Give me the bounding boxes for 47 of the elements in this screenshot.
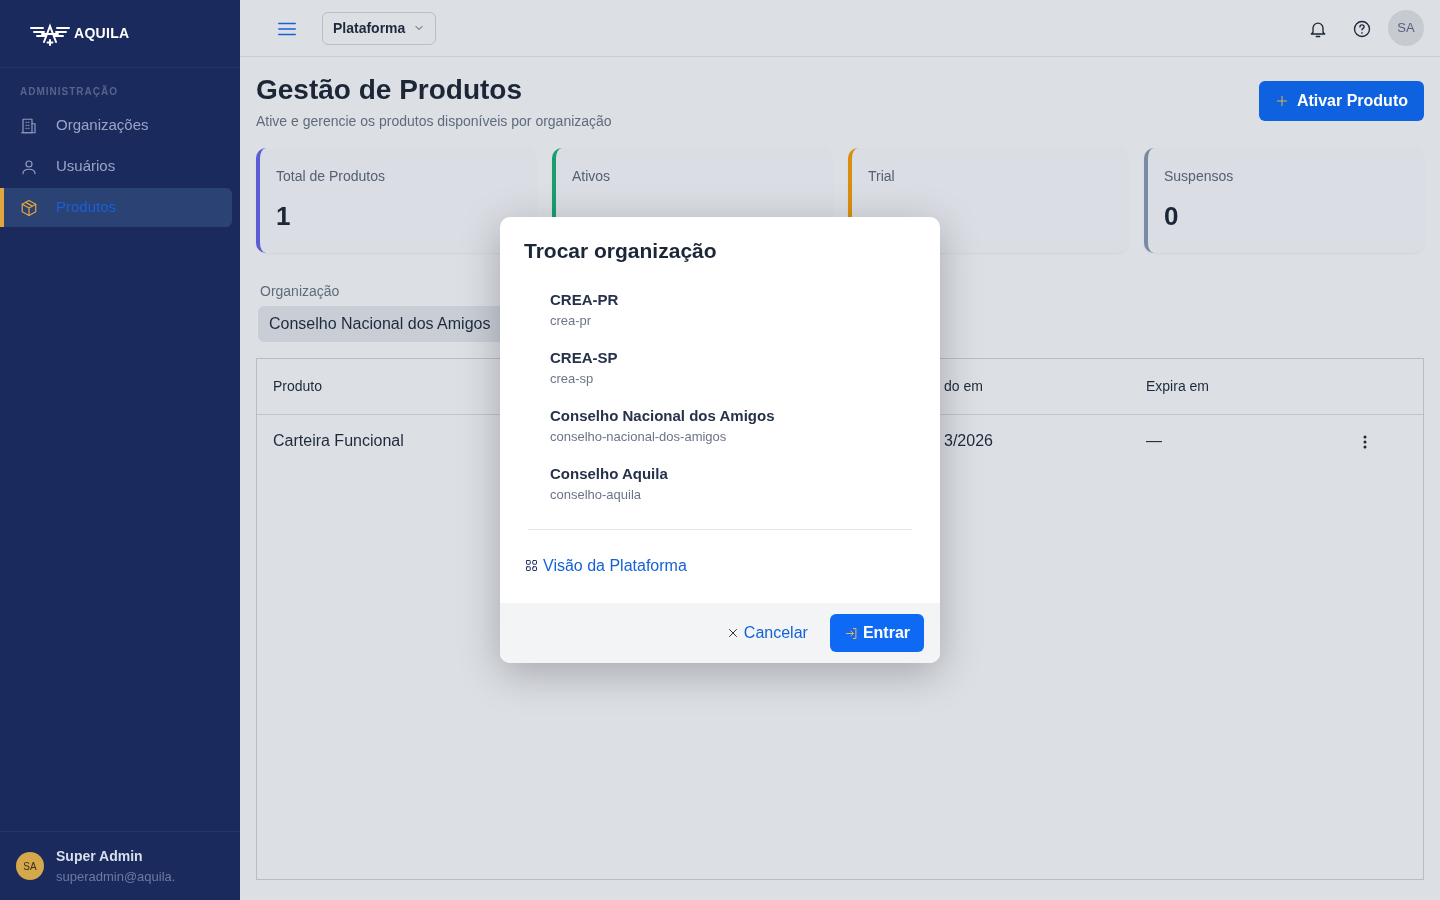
- sidebar-item[interactable]: Organizações: [0, 106, 232, 145]
- sidebar-item[interactable]: Usuários: [0, 147, 232, 186]
- context-dropdown[interactable]: Plataforma: [322, 11, 437, 45]
- stat-value: 1: [276, 199, 292, 233]
- option-name: Conselho Aquila: [550, 463, 669, 484]
- kebab-icon: [1363, 434, 1367, 449]
- building-icon: [20, 116, 38, 135]
- user-avatar: SA: [16, 852, 44, 880]
- user-avatar[interactable]: SA: [1388, 10, 1424, 46]
- table-cell: Carteira Funcional: [273, 431, 404, 449]
- user-name: Super Admin: [56, 846, 144, 866]
- stat-label: Trial: [868, 166, 896, 186]
- activate-product-button[interactable]: Ativar Produto: [1258, 81, 1424, 121]
- cancel-button[interactable]: Cancelar: [719, 620, 814, 646]
- sign-in-icon: [843, 625, 859, 641]
- page-title: Gestão de Produtos: [256, 73, 524, 107]
- grid-icon: [524, 558, 539, 573]
- modal-title: Trocar organização: [523, 238, 718, 264]
- option-name: Conselho Nacional dos Amigos: [550, 405, 776, 426]
- section-label: ADMINISTRAÇÃO: [19, 84, 119, 99]
- column-header: do em: [944, 377, 983, 394]
- stat-label: Total de Produtos: [276, 166, 386, 186]
- brand-name: AQUILA: [74, 24, 130, 43]
- logo-icon: [30, 21, 70, 46]
- field-label: Organização: [260, 281, 340, 301]
- organization-option[interactable]: Conselho Aquila conselho-aquila: [500, 456, 916, 511]
- stat-label: Suspensos: [1164, 166, 1235, 186]
- platform-view-link[interactable]: Visão da Plataforma: [524, 553, 687, 578]
- box-icon: [20, 198, 38, 217]
- stat-value: 0: [1164, 199, 1180, 233]
- enter-button[interactable]: Entrar: [829, 614, 924, 652]
- option-slug: crea-sp: [550, 370, 595, 388]
- organization-option[interactable]: CREA-SP crea-sp: [500, 340, 916, 395]
- help-icon: [1352, 18, 1372, 39]
- plus-icon: [1274, 94, 1289, 108]
- user-email: superadmin@aquila.: [56, 867, 176, 886]
- column-header: Expira em: [1146, 377, 1210, 394]
- table-cell: —: [1146, 431, 1162, 449]
- stat-label: Ativos: [572, 166, 612, 186]
- option-slug: conselho-nacional-dos-amigos: [550, 428, 728, 446]
- organization-option[interactable]: Conselho Nacional dos Amigos conselho-nacional-dos-amigos: [500, 398, 916, 453]
- option-name: CREA-SP: [550, 347, 619, 368]
- page-subtitle: Ative e gerencie os produtos disponíveis por organização: [256, 111, 612, 131]
- option-slug: conselho-aquila: [550, 486, 643, 504]
- column-header: Produto: [273, 377, 323, 394]
- table-cell: 3/2026: [944, 431, 993, 449]
- person-icon: [20, 157, 38, 176]
